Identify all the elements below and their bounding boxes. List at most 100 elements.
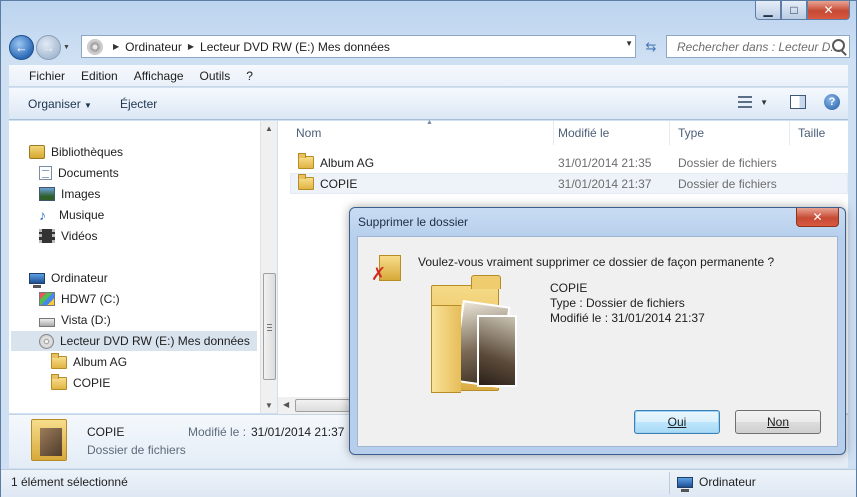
scroll-left-icon[interactable]: ◀ bbox=[283, 400, 289, 409]
dialog-body: ✗ Voulez-vous vraiment supprimer ce doss… bbox=[357, 236, 838, 447]
view-controls: ▼ ? bbox=[738, 94, 840, 110]
dvd-drive-icon bbox=[87, 38, 103, 55]
sort-ascending-icon: ▲ bbox=[426, 119, 433, 126]
sidebar-item-documents[interactable]: Documents bbox=[39, 163, 119, 183]
sidebar-item-album-ag[interactable]: Album AG bbox=[51, 352, 127, 372]
sidebar-item-label: Album AG bbox=[73, 355, 128, 369]
music-note-icon: ♪ bbox=[39, 207, 46, 223]
breadcrumb-dvd-drive[interactable]: Lecteur DVD RW (E:) Mes données bbox=[200, 40, 390, 54]
address-dropdown-icon[interactable]: ▼ bbox=[625, 39, 633, 48]
preview-pane-icon[interactable] bbox=[790, 95, 806, 109]
folder-icon bbox=[51, 373, 67, 390]
sidebar-item-copie[interactable]: COPIE bbox=[51, 373, 110, 393]
details-name: COPIE bbox=[87, 425, 125, 439]
computer-icon bbox=[29, 272, 45, 288]
column-modified[interactable]: Modifié le bbox=[550, 121, 670, 145]
folder-icon bbox=[298, 174, 314, 190]
menu-affichage[interactable]: Affichage bbox=[134, 69, 184, 83]
file-name: Album AG bbox=[320, 155, 375, 170]
menu-bar: Fichier Edition Affichage Outils ? bbox=[9, 65, 848, 87]
sidebar-item-libraries[interactable]: Bibliothèques bbox=[29, 142, 123, 162]
refresh-button[interactable]: ⇆ bbox=[640, 36, 662, 57]
sidebar-item-images[interactable]: Images bbox=[39, 184, 100, 204]
file-type: Dossier de fichiers bbox=[678, 176, 777, 191]
menu-outils[interactable]: Outils bbox=[200, 69, 231, 83]
sidebar-item-label: Vidéos bbox=[61, 229, 98, 243]
hard-drive-icon bbox=[39, 317, 55, 327]
folder-icon bbox=[298, 153, 314, 169]
folder-icon bbox=[51, 352, 67, 369]
search-input[interactable]: Rechercher dans : Lecteur D... bbox=[666, 35, 850, 58]
sidebar-item-music[interactable]: ♪ Musique bbox=[39, 205, 104, 225]
scroll-up-icon[interactable]: ▲ bbox=[265, 124, 273, 133]
details-modified-value: 31/01/2014 21:37 bbox=[251, 425, 345, 439]
recent-pages-dropdown[interactable]: ▼ bbox=[63, 44, 73, 51]
film-strip-icon bbox=[39, 229, 55, 243]
yes-button[interactable]: Oui bbox=[634, 410, 720, 434]
file-name-cell: Album AG bbox=[298, 153, 375, 170]
minimize-button[interactable]: ▁ bbox=[755, 1, 781, 20]
file-type: Dossier de fichiers bbox=[678, 155, 777, 170]
windows-drive-icon bbox=[39, 292, 55, 306]
view-mode-icon[interactable] bbox=[738, 96, 753, 108]
sidebar-item-label: Documents bbox=[58, 166, 119, 180]
no-button-label: Non bbox=[766, 415, 789, 429]
table-row[interactable]: COPIE 31/01/2014 21:37 Dossier de fichie… bbox=[290, 173, 848, 194]
sidebar-item-label: HDW7 (C:) bbox=[61, 292, 120, 306]
file-list-scrollbar[interactable]: ◀ bbox=[278, 397, 358, 414]
libraries-icon bbox=[29, 145, 45, 159]
sidebar-item-drive-d[interactable]: Vista (D:) bbox=[39, 310, 111, 330]
grip-icon bbox=[267, 324, 272, 331]
dialog-close-button[interactable]: ✕ bbox=[796, 208, 839, 227]
details-type: Dossier de fichiers bbox=[87, 443, 186, 457]
close-button[interactable]: ✕ bbox=[807, 1, 850, 20]
picture-icon bbox=[39, 187, 55, 201]
address-row: ← → ▼ ▶ Ordinateur ▶ Lecteur DVD RW (E:)… bbox=[9, 33, 850, 61]
column-name[interactable]: Nom ▲ bbox=[288, 119, 554, 145]
sidebar-item-drive-e[interactable]: Lecteur DVD RW (E:) Mes données bbox=[11, 331, 257, 351]
computer-icon bbox=[677, 476, 693, 492]
chevron-right-icon[interactable]: ▶ bbox=[113, 42, 119, 51]
table-row[interactable]: Album AG 31/01/2014 21:35 Dossier de fic… bbox=[290, 152, 848, 173]
status-bar: 1 élément sélectionné Ordinateur bbox=[1, 469, 856, 497]
caption-buttons: ▁ □ ✕ bbox=[755, 1, 850, 20]
menu-edition[interactable]: Edition bbox=[81, 69, 118, 83]
dialog-item-name: COPIE bbox=[550, 281, 588, 295]
column-size[interactable]: Taille bbox=[790, 121, 850, 145]
sidebar-item-label: COPIE bbox=[73, 376, 111, 390]
breadcrumb-computer[interactable]: Ordinateur bbox=[125, 40, 182, 54]
view-dropdown-icon[interactable]: ▼ bbox=[760, 98, 768, 107]
menu-help[interactable]: ? bbox=[246, 69, 253, 83]
scrollbar-thumb[interactable] bbox=[263, 273, 276, 380]
no-button[interactable]: Non bbox=[735, 410, 821, 434]
yes-button-label: Oui bbox=[667, 415, 687, 429]
dialog-item-type: Type : Dossier de fichiers bbox=[550, 296, 685, 310]
eject-button[interactable]: Éjecter bbox=[120, 97, 157, 111]
address-bar[interactable]: ▶ Ordinateur ▶ Lecteur DVD RW (E:) Mes d… bbox=[81, 35, 636, 58]
folder-preview-icon bbox=[431, 275, 521, 395]
folder-thumbnail-icon bbox=[31, 419, 67, 461]
dialog-item-modified: Modifié le : 31/01/2014 21:37 bbox=[550, 311, 705, 325]
scrollbar-thumb[interactable] bbox=[295, 399, 350, 412]
column-type[interactable]: Type bbox=[670, 121, 790, 145]
organize-button[interactable]: Organiser ▼ bbox=[28, 97, 92, 111]
navigation-scrollbar[interactable]: ▲ ▼ bbox=[260, 121, 277, 413]
command-bar: Organiser ▼ Éjecter ▼ ? bbox=[9, 88, 848, 120]
file-name: COPIE bbox=[320, 176, 358, 191]
search-placeholder: Rechercher dans : Lecteur D... bbox=[677, 39, 841, 54]
dvd-disc-icon bbox=[39, 333, 54, 349]
sidebar-item-label: Lecteur DVD RW (E:) Mes données bbox=[60, 334, 250, 348]
sidebar-item-computer[interactable]: Ordinateur bbox=[29, 268, 108, 288]
sidebar-item-drive-c[interactable]: HDW7 (C:) bbox=[39, 289, 120, 309]
scroll-down-icon[interactable]: ▼ bbox=[265, 401, 273, 410]
delete-folder-icon: ✗ bbox=[371, 252, 401, 286]
help-icon[interactable]: ? bbox=[824, 94, 840, 110]
forward-button[interactable]: → bbox=[36, 34, 61, 60]
menu-fichier[interactable]: Fichier bbox=[29, 69, 65, 83]
maximize-button[interactable]: □ bbox=[781, 1, 807, 20]
sidebar-item-videos[interactable]: Vidéos bbox=[39, 226, 97, 246]
status-location: Ordinateur bbox=[677, 475, 756, 492]
back-button[interactable]: ← bbox=[9, 34, 34, 60]
delete-folder-dialog: Supprimer le dossier ✕ ✗ Voulez-vous vra… bbox=[349, 207, 846, 455]
chevron-right-icon[interactable]: ▶ bbox=[188, 42, 194, 51]
